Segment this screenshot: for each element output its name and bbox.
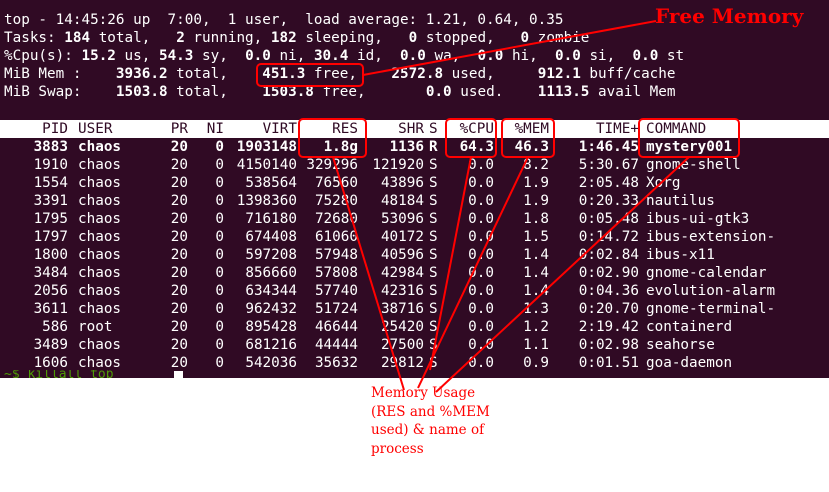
command-arrow: [435, 156, 690, 393]
cpu-arrow: [429, 156, 472, 371]
command-column-highlight: [638, 118, 740, 158]
res-arrow: [332, 156, 405, 391]
cpu-column-highlight: [445, 118, 497, 158]
free-mem-arrow: [362, 20, 657, 76]
mem-arrow: [417, 156, 529, 389]
free-mem-highlight: [256, 63, 364, 87]
free-memory-label: Free Memory: [655, 4, 804, 28]
res-column-highlight: [298, 118, 367, 158]
memory-usage-note: Memory Usage (RES and %MEM used) & name …: [371, 385, 490, 457]
mem-column-highlight: [501, 118, 555, 158]
